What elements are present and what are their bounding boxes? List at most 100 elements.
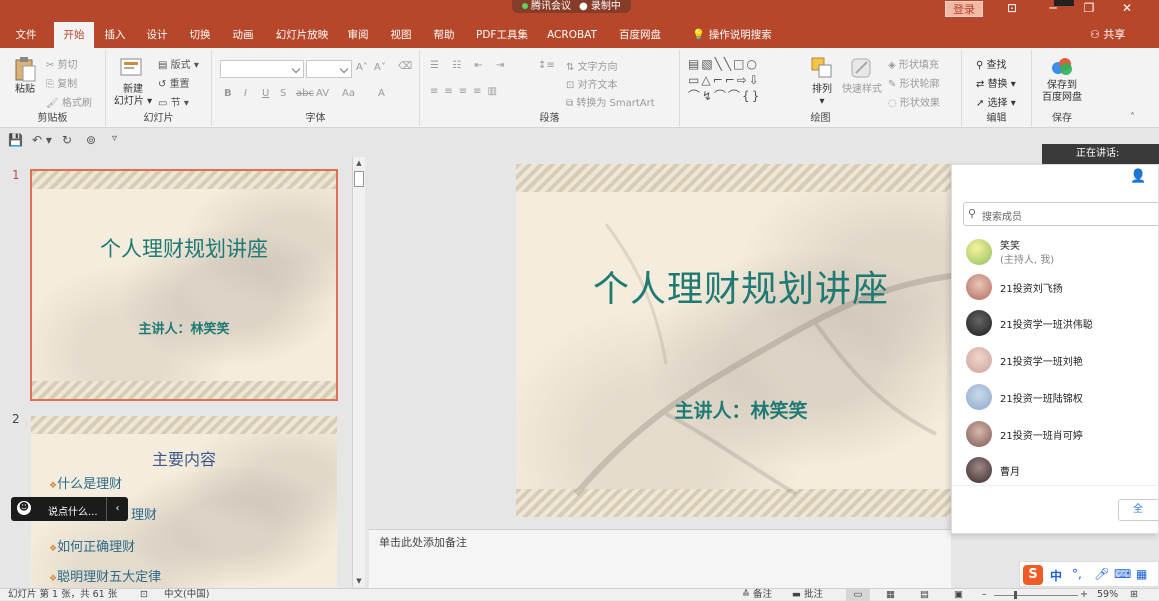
all-members-button[interactable]: 全 (1118, 499, 1158, 521)
notes-pane[interactable]: 单击此处添加备注 (369, 529, 951, 588)
ribbon-display-icon[interactable]: ⊡ (995, 0, 1029, 16)
member-item[interactable]: 21投资学一班洪伟聪 (966, 308, 1156, 338)
shape-effects-button[interactable]: ◌ 形状效果 (888, 94, 940, 109)
zoom-out-icon[interactable]: – (982, 589, 987, 601)
spell-check-icon[interactable]: ⊡ (140, 589, 148, 601)
zoom-slider[interactable] (994, 595, 1078, 596)
member-icon[interactable]: 👤 (1130, 169, 1146, 184)
clear-format-icon[interactable]: ⌫ (398, 61, 412, 72)
paste-icon[interactable] (14, 56, 36, 82)
quick-styles-icon[interactable] (850, 56, 874, 80)
member-item[interactable]: 21投资一班肖可婷 (966, 419, 1156, 449)
collapse-ribbon-icon[interactable]: ˄ (1130, 112, 1135, 123)
customize-toolbar-icon[interactable]: ▿ (112, 133, 117, 144)
tab-insert[interactable]: 插入 (98, 22, 132, 48)
punctuation-icon[interactable]: °, (1072, 567, 1082, 581)
member-item[interactable]: 21投资一班陆锦权 (966, 382, 1156, 412)
member-item[interactable]: 21投资刘飞扬 (966, 272, 1156, 302)
thumbnail-scrollbar[interactable]: ▲ ▼ (352, 157, 365, 587)
reset-button[interactable]: ↺ 重置 (158, 75, 190, 90)
zoom-level[interactable]: 59% (1097, 589, 1118, 601)
strikethrough-button[interactable]: abc (296, 88, 314, 99)
zoom-in-icon[interactable]: + (1080, 589, 1088, 601)
slide-subtitle[interactable]: 主讲人：林笑笑 (516, 396, 966, 423)
minimize-icon[interactable]: ─ (1036, 0, 1070, 16)
section-button[interactable]: ▭ 节 ▾ (158, 94, 189, 109)
paste-button[interactable]: 粘贴 (10, 84, 40, 96)
language-indicator[interactable]: 中文(中国) (164, 589, 209, 601)
tab-design[interactable]: 设计 (140, 22, 174, 48)
keyboard-icon[interactable]: ⌨ (1114, 567, 1131, 581)
layout-button[interactable]: ▤ 版式 ▾ (158, 56, 199, 71)
bold-button[interactable]: B (224, 88, 232, 99)
slideshow-view-icon[interactable]: ▣ (954, 589, 963, 601)
main-slide[interactable]: 个人理财规划讲座 主讲人：林笑笑 (516, 164, 966, 517)
scroll-down-icon[interactable]: ▼ (353, 575, 365, 587)
fit-slide-icon[interactable]: ⊞ (1130, 589, 1138, 601)
tab-review[interactable]: 审阅 (341, 22, 375, 48)
text-direction-button[interactable]: ⇅ 文字方向 (566, 58, 618, 73)
list-buttons[interactable]: ☰ ☷ ⇤ ⇥ (430, 60, 509, 71)
arrange-icon[interactable] (810, 56, 834, 80)
tab-acrobat[interactable]: ACROBAT (541, 22, 603, 48)
tab-slideshow[interactable]: 幻灯片放映 (270, 22, 334, 48)
tab-animations[interactable]: 动画 (226, 22, 260, 48)
replace-button[interactable]: ⇄ 替换 ▾ (976, 75, 1016, 90)
shape-outline-button[interactable]: ✎ 形状轮廓 (888, 75, 940, 90)
collapse-chat-icon[interactable]: ‹ (106, 497, 128, 521)
select-button[interactable]: ➚ 选择 ▾ (976, 94, 1016, 109)
font-name-combo[interactable] (220, 60, 304, 78)
arrange-button[interactable]: 排列 ▾ (808, 84, 836, 108)
scrollbar-thumb[interactable] (354, 171, 364, 187)
new-slide-icon[interactable] (120, 56, 144, 78)
microphone-icon[interactable]: 🎤︎ (1094, 567, 1109, 581)
save-to-netdisk-button[interactable]: 保存到 百度网盘 (1034, 80, 1090, 104)
char-spacing-button[interactable]: AV (316, 88, 329, 99)
slide-sorter-icon[interactable]: ▦ (886, 589, 895, 601)
quick-styles-button[interactable]: 快速样式 (840, 84, 884, 96)
close-icon[interactable]: ✕ (1110, 0, 1144, 16)
undo-icon[interactable]: ↶ ▾ (32, 133, 52, 147)
baidu-cloud-icon[interactable] (1050, 56, 1074, 76)
maximize-icon[interactable]: ❐ (1072, 0, 1106, 16)
shapes-gallery[interactable]: ▤▧╲╲□○ ▭△⌐⌐⇨⇩ ⌒↯⌒⌒{} (688, 56, 761, 104)
tab-view[interactable]: 视图 (384, 22, 418, 48)
meeting-status-pill[interactable]: 腾讯会议 ● 录制中 (512, 0, 631, 13)
redo-icon[interactable]: ↻ (62, 133, 72, 147)
font-color-button[interactable]: A (378, 88, 385, 99)
tab-home[interactable]: 开始 (54, 22, 94, 48)
new-slide-button[interactable]: 新建 幻灯片 ▾ (110, 84, 156, 108)
increase-font-icon[interactable]: A˄ (356, 62, 368, 73)
normal-view-icon[interactable]: ▭ (846, 589, 870, 601)
decrease-font-icon[interactable]: A˅ (374, 62, 386, 73)
chat-bar[interactable]: ☻ 说点什么... ‹ (11, 497, 128, 521)
cut-button[interactable]: ✂ 剪切 (46, 56, 78, 71)
tab-file[interactable]: 文件 (8, 22, 44, 48)
zoom-slider-thumb[interactable] (1014, 591, 1017, 599)
reading-view-icon[interactable]: ▤ (920, 589, 929, 601)
notes-toggle[interactable]: ≙ 备注 (742, 589, 772, 601)
member-item[interactable]: 曹月 (966, 455, 1156, 485)
scroll-up-icon[interactable]: ▲ (353, 157, 365, 169)
toolbox-icon[interactable]: ▦ (1136, 567, 1147, 581)
font-size-combo[interactable] (306, 60, 352, 78)
member-item[interactable]: 笑笑 (主持人, 我) (966, 235, 1156, 271)
tab-help[interactable]: 帮助 (427, 22, 461, 48)
member-search-input[interactable]: ⚲ 搜索成员 (963, 202, 1158, 226)
tab-transitions[interactable]: 切换 (183, 22, 217, 48)
align-buttons[interactable]: ≡≡≡≡▥ (430, 86, 503, 97)
underline-button[interactable]: U (262, 88, 269, 99)
ime-lang-toggle[interactable]: 中 (1050, 567, 1062, 584)
save-icon[interactable]: 💾 (8, 133, 23, 147)
share-button[interactable]: ⚇ 共享 (1090, 22, 1125, 48)
tell-me-search[interactable]: 💡 操作说明搜索 (682, 22, 782, 48)
slideshow-start-icon[interactable]: ⊚ (86, 133, 96, 147)
italic-button[interactable]: I (244, 88, 247, 99)
comments-toggle[interactable]: ▬ 批注 (792, 589, 823, 601)
slide-title[interactable]: 个人理财规划讲座 (516, 260, 966, 312)
ime-toolbar[interactable]: S 中 °, 🎤︎ ⌨ ▦ (1019, 561, 1159, 587)
smartart-button[interactable]: ⧉ 转换为 SmartArt (566, 94, 655, 109)
emoji-icon[interactable]: ☻ (17, 501, 31, 515)
member-item[interactable]: 21投资学一班刘艳 (966, 345, 1156, 375)
copy-button[interactable]: ⎘ 复制 (46, 75, 77, 90)
